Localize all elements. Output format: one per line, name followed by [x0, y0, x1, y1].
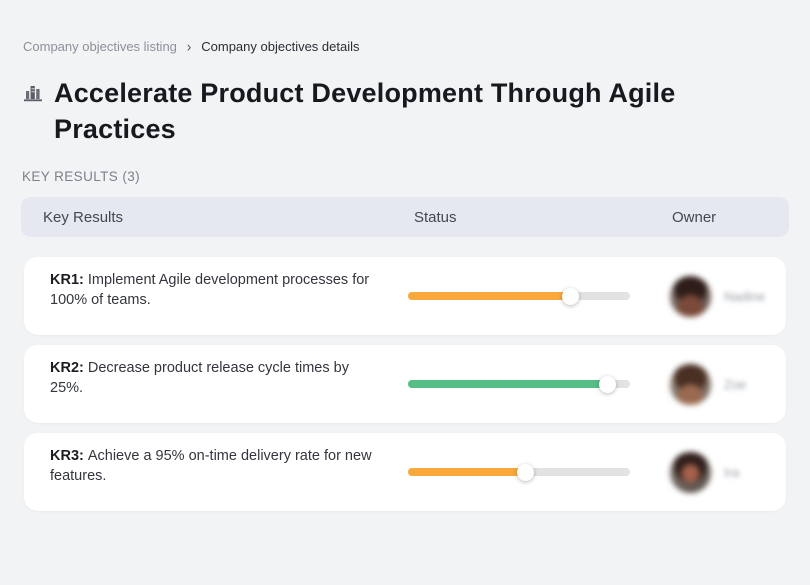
breadcrumb-chevron-icon: › — [186, 37, 192, 56]
kr-description: Decrease product release cycle times by … — [50, 360, 349, 396]
objective-details-page: Company objectives listing › Company obj… — [0, 39, 810, 511]
kr-label: KR1: — [50, 272, 84, 288]
breadcrumb-current-page: Company objectives details — [201, 39, 360, 54]
progress-slider — [408, 287, 630, 305]
status-cell — [408, 375, 670, 393]
kr-description: Implement Agile development processes fo… — [50, 272, 370, 308]
column-header-key-results: Key Results — [43, 208, 124, 226]
column-header-owner: Owner — [672, 208, 717, 226]
breadcrumb: Company objectives listing › Company obj… — [21, 39, 789, 54]
kr-description: Achieve a 95% on-time delivery rate for … — [50, 448, 372, 484]
owner-cell: Ira — [670, 451, 786, 493]
kr-label: KR2: — [50, 360, 84, 376]
table-row[interactable]: KR1: Implement Agile development processe… — [24, 257, 786, 335]
progress-fill — [408, 468, 526, 476]
table-header: Key Results Status Owner — [21, 197, 789, 237]
key-result-text: KR3: Achieve a 95% on-time delivery rate … — [24, 433, 408, 486]
key-results-list: KR1: Implement Agile development processe… — [21, 257, 789, 511]
company-buildings-chart-icon — [22, 83, 44, 108]
progress-fill — [408, 292, 571, 300]
title-row: Accelerate Product Development Through A… — [21, 75, 789, 147]
kr-label: KR3: — [50, 448, 84, 464]
page-title: Accelerate Product Development Through A… — [54, 78, 676, 144]
progress-slider — [408, 375, 630, 393]
owner-avatar — [670, 363, 711, 405]
key-result-text: KR1: Implement Agile development processe… — [24, 257, 408, 310]
owner-name: Ira — [724, 464, 740, 480]
progress-fill — [408, 380, 608, 388]
status-cell — [408, 287, 670, 305]
owner-name: Zoe — [724, 376, 747, 392]
table-row[interactable]: KR3: Achieve a 95% on-time delivery rate … — [24, 433, 786, 511]
progress-slider — [408, 463, 630, 481]
progress-slider-knob[interactable] — [517, 463, 535, 481]
table-row[interactable]: KR2: Decrease product release cycle times… — [24, 345, 786, 423]
key-results-count-label: KEY RESULTS (3) — [22, 169, 141, 184]
key-result-text: KR2: Decrease product release cycle times… — [24, 345, 408, 398]
owner-cell: Zoe — [670, 363, 786, 405]
owner-cell: Nadine — [670, 275, 786, 317]
progress-slider-knob[interactable] — [599, 375, 617, 393]
owner-name: Nadine — [724, 288, 766, 304]
status-cell — [408, 463, 670, 481]
progress-slider-knob[interactable] — [561, 287, 579, 305]
owner-avatar — [670, 451, 711, 493]
owner-avatar — [670, 275, 711, 317]
column-header-status: Status — [414, 208, 457, 226]
breadcrumb-link-listing[interactable]: Company objectives listing — [23, 39, 177, 54]
